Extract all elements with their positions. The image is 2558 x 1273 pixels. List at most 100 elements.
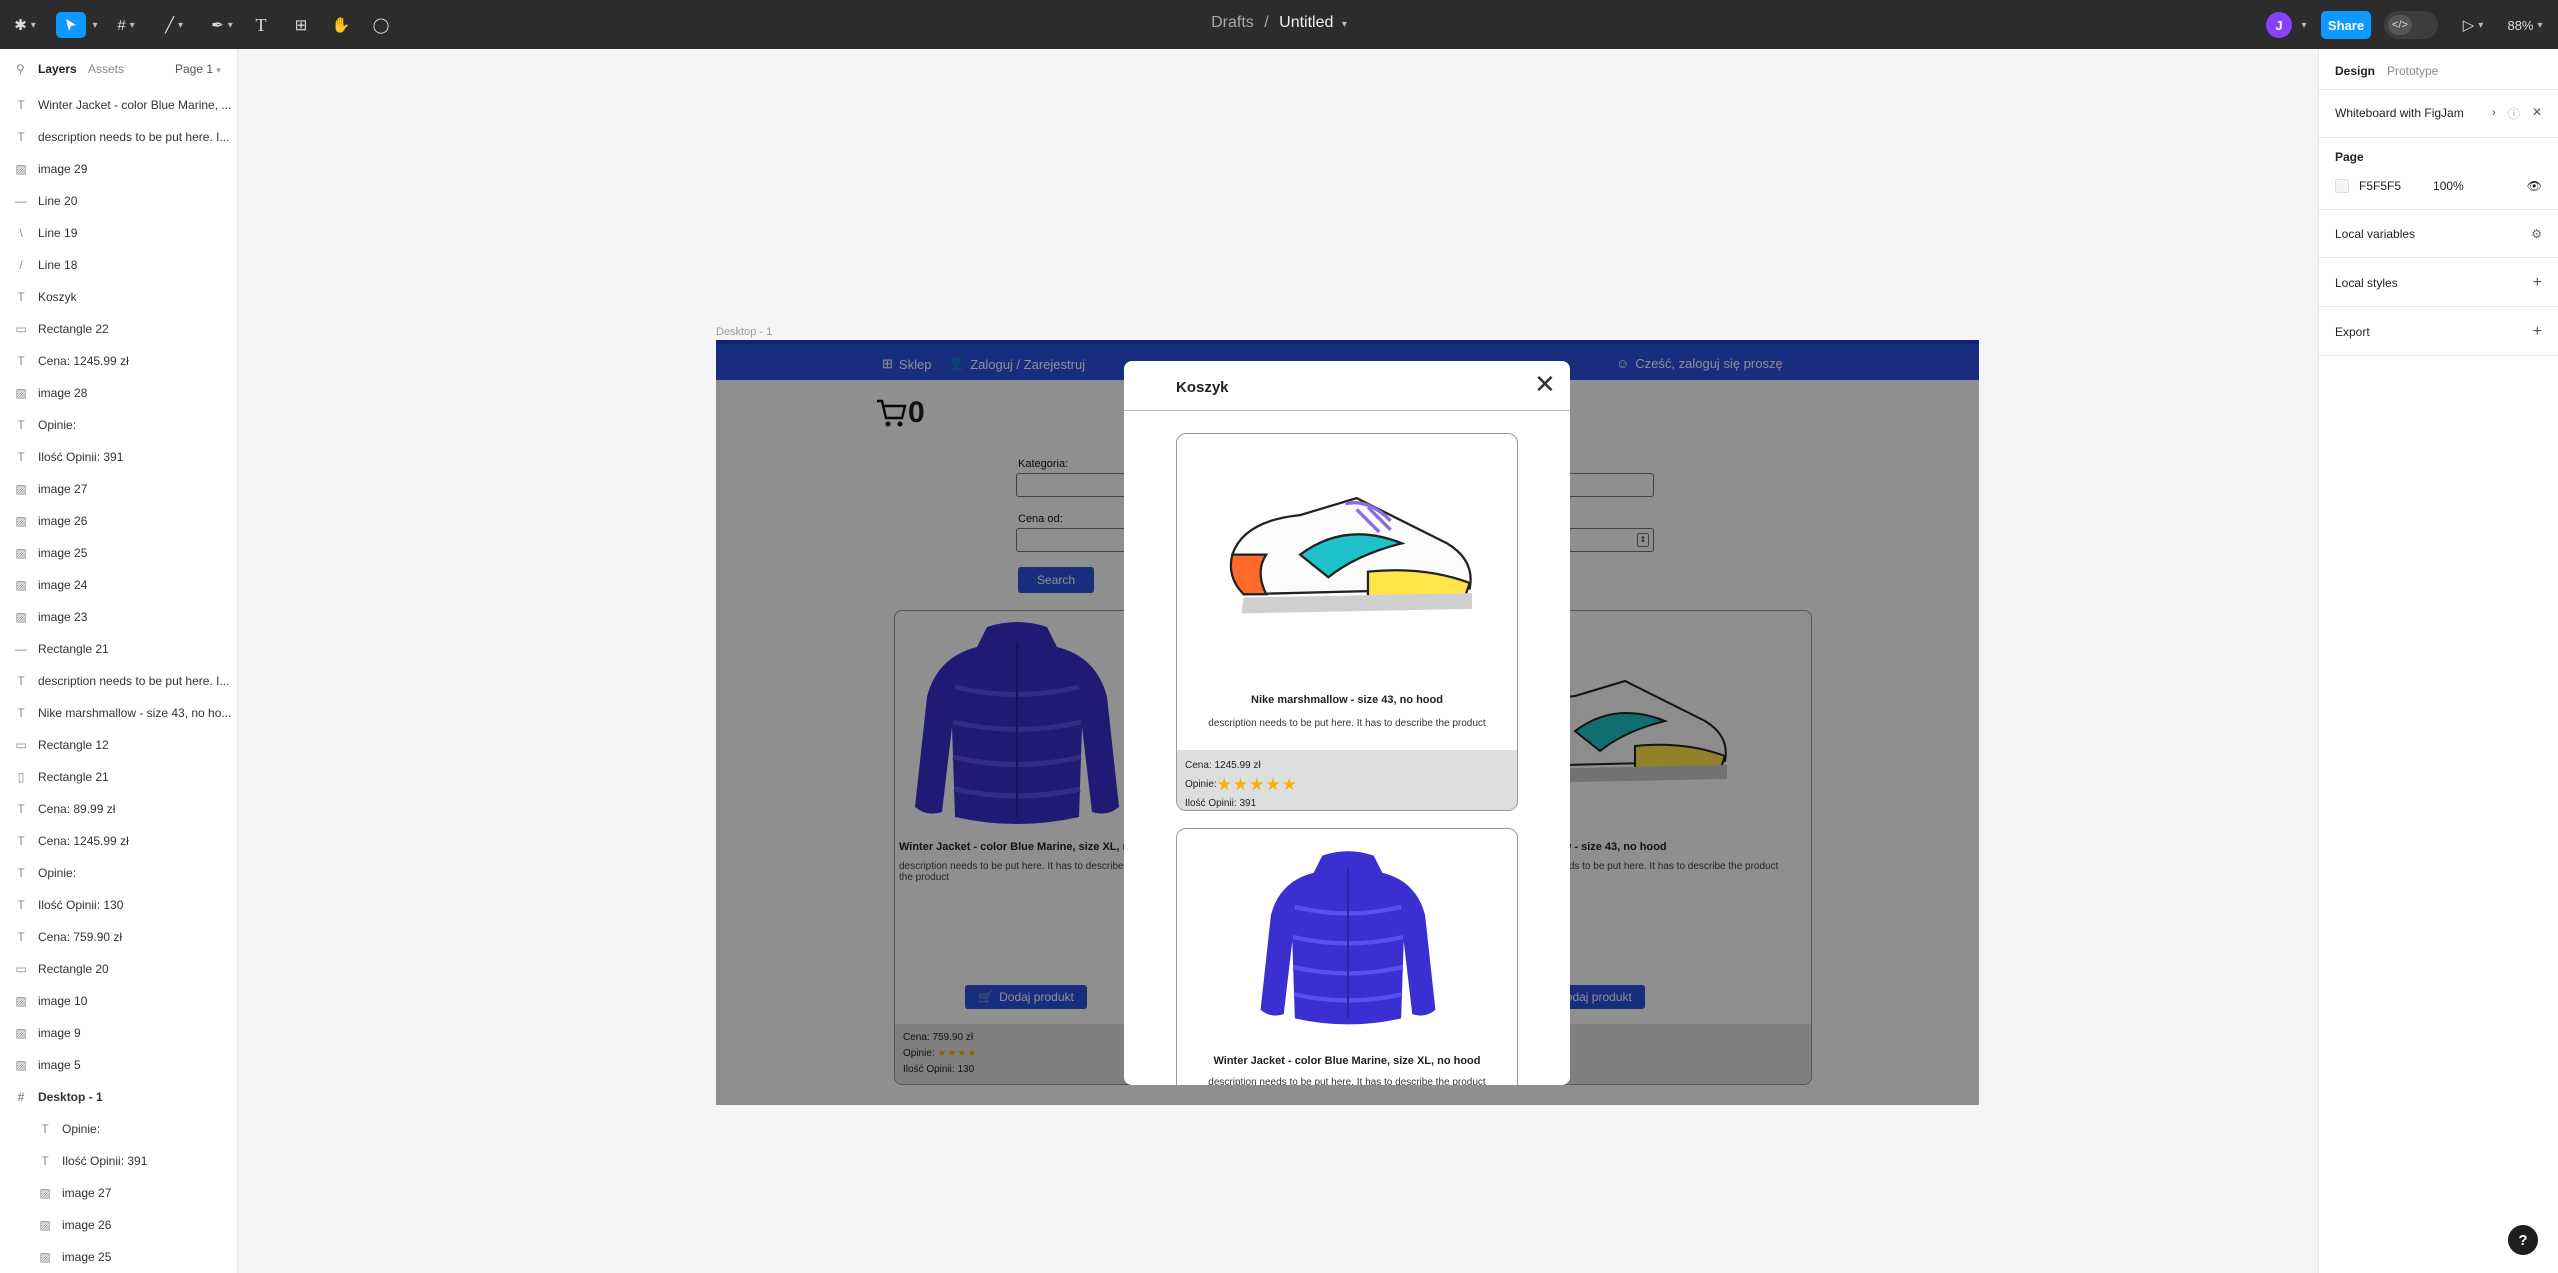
page-opacity-value[interactable]: 100% <box>2433 179 2464 193</box>
dev-mode-toggle[interactable]: </> <box>2384 11 2438 39</box>
figjam-banner[interactable]: Whiteboard with FigJam › ⓘ ✕ <box>2335 101 2542 125</box>
play-icon: ▷ <box>2462 17 2475 34</box>
layer-row[interactable]: ▨ image 23 <box>0 601 237 633</box>
layer-row[interactable]: ▨ image 28 <box>0 377 237 409</box>
avatar[interactable]: J <box>2266 12 2292 38</box>
layer-row[interactable]: T Cena: 1245.99 zł <box>0 825 237 857</box>
jacket-image <box>1260 851 1436 1025</box>
hand-tool-button[interactable]: ✋ <box>328 12 354 38</box>
layer-row[interactable]: ▨ image 9 <box>0 1017 237 1049</box>
layer-row[interactable]: — Rectangle 21 <box>0 633 237 665</box>
layer-row[interactable]: T Cena: 1245.99 zł <box>0 345 237 377</box>
local-styles-row[interactable]: Local styles + <box>2335 273 2542 293</box>
layer-type-icon: ▭ <box>15 962 27 976</box>
shape-tool-button[interactable]: ╱ ▾ <box>156 12 192 38</box>
tab-assets[interactable]: Assets <box>88 62 124 76</box>
layer-row[interactable]: ▭ Rectangle 12 <box>0 729 237 761</box>
layer-label: image 26 <box>62 1218 112 1232</box>
plus-icon[interactable]: + <box>2533 323 2542 341</box>
close-icon[interactable]: ✕ <box>2532 105 2542 122</box>
breadcrumb-drafts[interactable]: Drafts <box>1211 14 1254 31</box>
properties-panel: Design Prototype Whiteboard with FigJam … <box>2318 49 2558 1273</box>
share-button[interactable]: Share <box>2321 11 2371 39</box>
layer-row[interactable]: ▨ image 25 <box>0 537 237 569</box>
layer-label: Opinie: <box>38 418 77 432</box>
frame-tool-button[interactable]: # ▾ <box>108 12 144 38</box>
layer-label: Winter Jacket - color Blue Marine, ... <box>38 98 232 112</box>
divider <box>2319 306 2558 307</box>
layer-label: image 9 <box>38 1026 81 1040</box>
layer-label: Line 18 <box>38 258 78 272</box>
layer-row[interactable]: T Ilość Opinii: 130 <box>0 889 237 921</box>
layer-row[interactable]: ▭ Rectangle 22 <box>0 313 237 345</box>
layer-row[interactable]: ▨ image 10 <box>0 985 237 1017</box>
layer-row[interactable]: — Line 20 <box>0 185 237 217</box>
layer-row[interactable]: Tdescription needs to be put here. I... <box>0 665 237 697</box>
main-menu-button[interactable]: ✱ ▾ <box>10 12 40 38</box>
layer-type-icon: T <box>41 1122 49 1136</box>
tab-prototype[interactable]: Prototype <box>2387 64 2438 78</box>
layer-label: Cena: 759.90 zł <box>38 930 123 944</box>
move-tool-button[interactable] <box>56 12 86 38</box>
layer-row[interactable]: ▨ image 27 <box>0 473 237 505</box>
layer-row[interactable]: T Opinie: <box>0 1113 237 1145</box>
layer-row[interactable]: ▯ Rectangle 21 <box>0 761 237 793</box>
layer-row[interactable]: T Cena: 759.90 zł <box>0 921 237 953</box>
avatar-caret[interactable]: ▾ <box>2296 12 2308 38</box>
local-variables-row[interactable]: Local variables ⚙ <box>2335 224 2542 244</box>
layer-label: description needs to be put here. I... <box>38 674 230 688</box>
close-icon[interactable]: ✕ <box>1534 371 1556 397</box>
sliders-icon[interactable]: ⚙ <box>2531 227 2542 241</box>
plus-icon[interactable]: + <box>2533 274 2542 292</box>
layer-row[interactable]: ▨ image 24 <box>0 569 237 601</box>
layer-row[interactable]: \ Line 19 <box>0 217 237 249</box>
comment-tool-button[interactable]: ◯ <box>368 12 394 38</box>
export-row[interactable]: Export + <box>2335 322 2542 342</box>
layer-type-icon: T <box>17 706 25 720</box>
present-button[interactable]: ▷ ▾ <box>2456 12 2490 38</box>
eye-icon[interactable]: 👁 <box>2527 179 2542 193</box>
figjam-label: Whiteboard with FigJam <box>2335 106 2464 120</box>
layer-label: Ilość Opinii: 391 <box>38 450 124 464</box>
color-swatch[interactable] <box>2335 179 2349 193</box>
frame-label[interactable]: Desktop - 1 <box>716 326 772 338</box>
layer-row[interactable]: ▨ image 27 <box>0 1177 237 1209</box>
layer-row[interactable]: T Winter Jacket - color Blue Marine, ... <box>0 89 237 121</box>
layer-row[interactable]: T Opinie: <box>0 857 237 889</box>
layer-label: Koszyk <box>38 290 77 304</box>
page-fill-row[interactable]: F5F5F5 100% 👁 <box>2335 176 2542 196</box>
page-selector[interactable]: Page 1 ▾ <box>175 62 221 76</box>
layer-row[interactable]: ▨ image 26 <box>0 505 237 537</box>
tab-design[interactable]: Design <box>2335 64 2375 78</box>
cart-modal: Koszyk ✕ Nike marshmallow - size 43, no … <box>1124 361 1570 1085</box>
tab-layers[interactable]: Layers <box>38 62 77 76</box>
text-tool-button[interactable]: T <box>248 12 274 38</box>
layer-row[interactable]: T Nike marshmallow - size 43, no ho... <box>0 697 237 729</box>
layer-row[interactable]: / Line 18 <box>0 249 237 281</box>
pen-tool-button[interactable]: ✒ ▾ <box>204 12 240 38</box>
layer-type-icon: ▨ <box>15 994 27 1008</box>
help-button[interactable]: ? <box>2508 1225 2538 1255</box>
file-name[interactable]: Untitled <box>1279 14 1333 31</box>
layer-row[interactable]: # Desktop - 1 <box>0 1081 237 1113</box>
layer-type-icon: ▨ <box>15 482 27 496</box>
move-tool-caret[interactable]: ▾ <box>86 12 100 38</box>
layer-row[interactable]: T Cena: 89.99 zł <box>0 793 237 825</box>
page-color-value[interactable]: F5F5F5 <box>2359 179 2401 193</box>
search-icon[interactable]: ⚲ <box>16 62 25 76</box>
layer-row[interactable]: Tdescription needs to be put here. I... <box>0 121 237 153</box>
layer-row[interactable]: ▨ image 29 <box>0 153 237 185</box>
zoom-control[interactable]: 88% ▾ <box>2502 12 2548 38</box>
layer-row[interactable]: T Opinie: <box>0 409 237 441</box>
layer-row[interactable]: T Koszyk <box>0 281 237 313</box>
star-rating-icon: ★★★★★ <box>1216 775 1298 794</box>
layer-row[interactable]: ▭ Rectangle 20 <box>0 953 237 985</box>
chevron-down-icon[interactable]: ▾ <box>1342 19 1347 30</box>
layer-row[interactable]: ▨ image 25 <box>0 1241 237 1273</box>
layer-row[interactable]: ▨ image 5 <box>0 1049 237 1081</box>
components-tool-button[interactable]: ⊞ <box>288 12 314 38</box>
layer-row[interactable]: ▨ image 26 <box>0 1209 237 1241</box>
layer-label: image 26 <box>38 514 88 528</box>
layer-row[interactable]: T Ilość Opinii: 391 <box>0 441 237 473</box>
layer-row[interactable]: T Ilość Opinii: 391 <box>0 1145 237 1177</box>
